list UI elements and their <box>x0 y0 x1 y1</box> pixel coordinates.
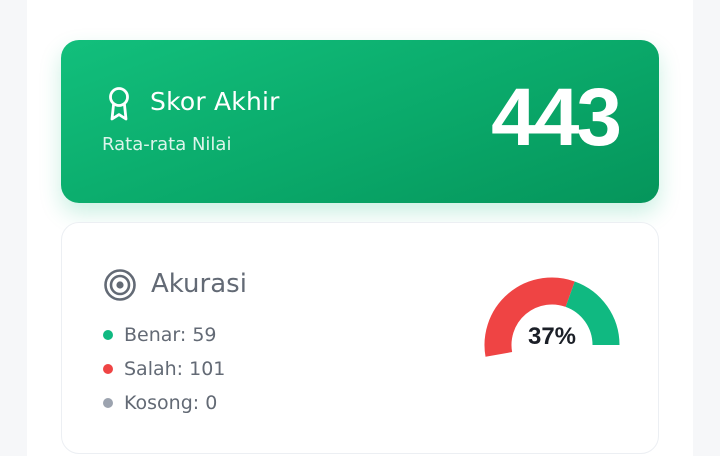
correct-count: Benar: 59 <box>124 324 217 346</box>
final-score-card: Skor Akhir Rata-rata Nilai 443 <box>61 40 659 203</box>
empty-count: Kosong: 0 <box>124 392 218 414</box>
accuracy-card: Akurasi Benar: 59 Salah: 101 Kosong: 0 3… <box>61 222 659 454</box>
award-icon <box>109 87 129 121</box>
empty-dot <box>103 398 113 408</box>
wrong-count: Salah: 101 <box>124 358 226 380</box>
score-value: 443 <box>491 72 622 163</box>
accuracy-legend: Benar: 59 Salah: 101 Kosong: 0 <box>103 318 225 420</box>
legend-item-empty: Kosong: 0 <box>103 386 225 420</box>
accuracy-percent: 37% <box>527 323 577 350</box>
accuracy-title: Akurasi <box>151 269 247 299</box>
target-icon <box>104 269 136 301</box>
score-title: Skor Akhir <box>150 87 280 116</box>
wrong-dot <box>103 364 113 374</box>
score-subtitle: Rata-rata Nilai <box>102 134 232 155</box>
correct-dot <box>103 330 113 340</box>
legend-item-wrong: Salah: 101 <box>103 352 225 386</box>
legend-item-correct: Benar: 59 <box>103 318 225 352</box>
